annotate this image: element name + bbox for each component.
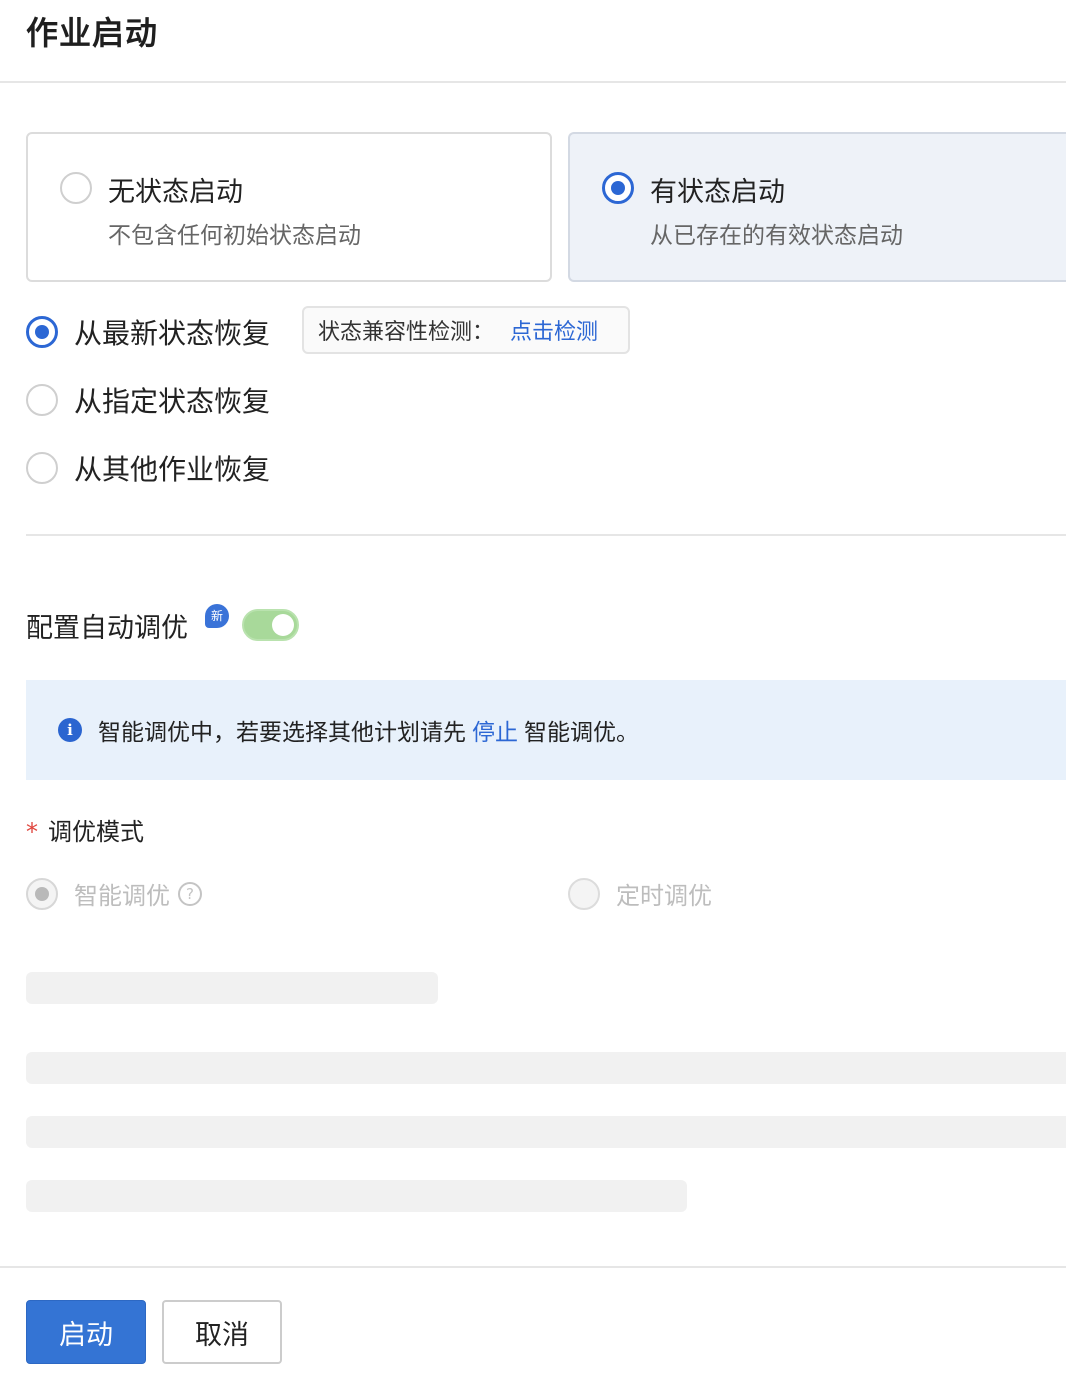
info-banner: i 智能调优中，若要选择其他计划请先 停止 智能调优。	[26, 680, 1066, 780]
scheduled-tune-option[interactable]: 定时调优	[568, 876, 712, 911]
start-button[interactable]: 启动	[26, 1300, 146, 1364]
question-icon[interactable]: ?	[178, 881, 202, 906]
scheduled-tune-radio[interactable]	[568, 877, 600, 910]
option-label: 从指定状态恢复	[74, 385, 271, 418]
card-description: 从已存在的有效状态启动	[650, 223, 903, 249]
info-text-after: 智能调优。	[524, 720, 639, 746]
header-divider	[0, 81, 1066, 83]
section-divider	[26, 534, 1066, 536]
compat-check-link[interactable]: 点击检测	[510, 314, 598, 346]
loading-skeleton	[26, 1116, 1066, 1148]
info-text-before: 智能调优中，若要选择其他计划请先	[98, 720, 466, 746]
restore-latest-option[interactable]: 从最新状态恢复	[26, 312, 270, 352]
loading-skeleton	[26, 972, 438, 1004]
stateless-start-card[interactable]: 无状态启动 不包含任何初始状态启动	[26, 132, 552, 282]
restore-other-job-option[interactable]: 从其他作业恢复	[26, 448, 270, 488]
toggle-knob	[272, 614, 294, 636]
option-label: 智能调优	[74, 882, 170, 910]
restore-other-job-radio[interactable]	[26, 452, 58, 484]
required-mark: *	[26, 818, 38, 846]
restore-specified-option[interactable]: 从指定状态恢复	[26, 380, 270, 420]
page-title: 作业启动	[26, 14, 159, 52]
loading-skeleton	[26, 1052, 1066, 1084]
card-description: 不包含任何初始状态启动	[108, 223, 361, 249]
stateful-start-card[interactable]: 有状态启动 从已存在的有效状态启动	[568, 132, 1066, 282]
smart-tune-radio[interactable]	[26, 877, 58, 910]
info-icon: i	[58, 718, 82, 742]
auto-tune-toggle[interactable]	[242, 609, 299, 641]
card-title: 无状态启动	[108, 177, 243, 208]
card-title: 有状态启动	[650, 177, 785, 208]
job-start-panel: 作业启动 无状态启动 不包含任何初始状态启动 有状态启动 从已存在的有效状态启动…	[0, 0, 1066, 1384]
tune-mode-label: * 调优模式	[26, 812, 144, 847]
stateless-start-radio[interactable]	[60, 172, 92, 204]
new-badge: 新	[205, 604, 229, 628]
auto-tune-label: 配置自动调优	[26, 613, 188, 644]
stop-tuning-link[interactable]: 停止	[472, 713, 518, 747]
cancel-button[interactable]: 取消	[162, 1300, 282, 1364]
compat-check-label: 状态兼容性检测：	[318, 320, 495, 345]
loading-skeleton	[26, 1180, 687, 1212]
restore-latest-radio[interactable]	[26, 316, 58, 348]
state-compat-check: 状态兼容性检测： 点击检测	[302, 306, 630, 354]
stateful-start-radio[interactable]	[602, 172, 634, 204]
smart-tune-option[interactable]: 智能调优 ?	[26, 876, 202, 911]
option-label: 定时调优	[616, 882, 712, 910]
restore-specified-radio[interactable]	[26, 384, 58, 416]
footer-divider	[0, 1266, 1066, 1268]
option-label: 从其他作业恢复	[74, 453, 271, 486]
option-label: 从最新状态恢复	[74, 317, 271, 350]
tune-mode-label-text: 调优模式	[48, 818, 144, 846]
